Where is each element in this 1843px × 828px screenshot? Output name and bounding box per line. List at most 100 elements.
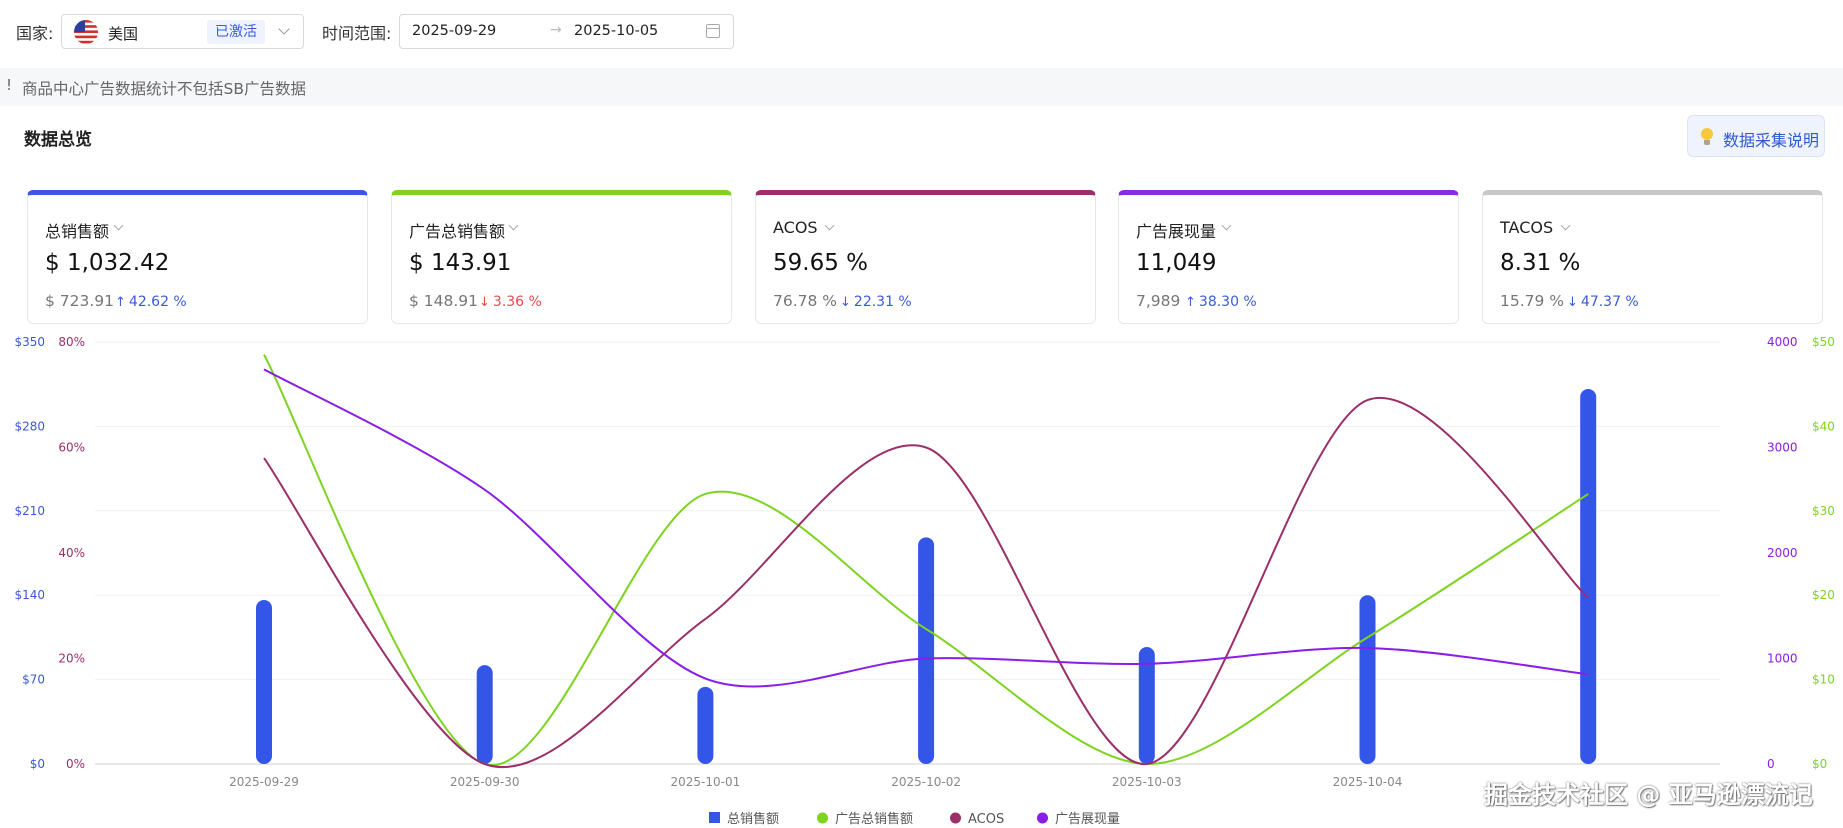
date-range-picker[interactable]: 2025-09-29 → 2025-10-05 — [399, 14, 734, 49]
chevron-down-icon[interactable] — [1221, 220, 1232, 231]
kpi-card-acos[interactable]: ACOS 59.65 % 76.78 % ↓ 22.31 % — [755, 190, 1096, 324]
lightbulb-icon — [1700, 128, 1714, 146]
bar-total-sales — [1580, 389, 1597, 764]
end-date[interactable]: 2025-10-05 — [574, 23, 658, 39]
watermark: 掘金技术社区 @ 亚马逊漂流记 — [1484, 781, 1813, 809]
x-tick-label: 2025-10-04 — [1333, 775, 1403, 789]
country-value: 美国 — [108, 25, 139, 43]
kpi-change-value: 42.62 % — [128, 294, 187, 310]
x-tick-label: 2025-10-03 — [1112, 775, 1182, 789]
data-collection-help-button[interactable]: 数据采集说明 — [1687, 115, 1825, 157]
axis-tick-label-impressions: 4000 — [1767, 335, 1798, 349]
bar-total-sales — [1359, 595, 1376, 764]
kpi-change: ↑ 38.30 % — [1185, 294, 1257, 310]
kpi-title: ACOS — [773, 218, 818, 237]
status-badge: 已激活 — [207, 20, 265, 44]
bar-total-sales — [697, 686, 714, 764]
axis-tick-label-acos: 0% — [66, 757, 85, 771]
kpi-previous-value: $ 148.91 — [409, 292, 479, 310]
kpi-change-value: 38.30 % — [1198, 294, 1257, 310]
kpi-previous-value: 7,989 — [1136, 292, 1181, 310]
kpi-change-value: 3.36 % — [492, 294, 542, 310]
kpi-previous-value: 15.79 % — [1500, 292, 1565, 310]
legend-marker — [950, 812, 961, 824]
axis-tick-label-ad_sales: $50 — [1812, 335, 1835, 349]
country-label: 国家: — [16, 24, 54, 43]
axis-tick-label-impressions: 3000 — [1767, 441, 1798, 455]
time-range-label: 时间范围: — [322, 24, 392, 43]
axis-tick-label-impressions: 0 — [1767, 757, 1775, 771]
axis-tick-label-acos: 60% — [58, 441, 85, 455]
bar-total-sales — [256, 600, 272, 764]
arrow-down-icon: ↓ — [479, 295, 490, 310]
axis-tick-label-ad_sales: $20 — [1812, 588, 1835, 602]
kpi-card-total-sales[interactable]: 总销售额 $ 1,032.42 $ 723.91 ↑ 42.62 % — [27, 190, 368, 324]
kpi-change: ↑ 42.62 % — [115, 294, 187, 310]
axis-tick-label-ad_sales: $30 — [1812, 504, 1835, 518]
axis-tick-label-sales: $140 — [14, 588, 45, 602]
page-title: 数据总览 — [24, 130, 92, 150]
axis-tick-label-acos: 80% — [58, 335, 85, 349]
filter-bar: 国家: 美国 已激活 时间范围: 2025-09-29 → 2025-10-05 — [0, 0, 1843, 62]
kpi-card-impressions[interactable]: 广告展现量 11,049 7,989 ↑ 38.30 % — [1118, 190, 1459, 324]
kpi-change-value: 22.31 % — [853, 294, 912, 310]
legend-label: 广告展现量 — [1055, 812, 1120, 827]
kpi-value: $ 143.91 — [409, 250, 512, 276]
exclamation-icon: ! — [6, 76, 13, 94]
axis-tick-label-sales: $70 — [22, 673, 45, 687]
axis-tick-label-sales: $210 — [14, 504, 45, 518]
calendar-icon[interactable] — [706, 24, 720, 38]
arrow-down-icon: ↓ — [1567, 295, 1578, 310]
combo-chart: $0 $70 $140 $210 $280 $350 0% 20% 40% 60% 80% 0 1000… — [14, 335, 1835, 827]
kpi-value: 11,049 — [1136, 250, 1217, 276]
chevron-down-icon[interactable] — [113, 220, 124, 231]
kpi-previous-value: 76.78 % — [773, 292, 838, 310]
notice-bar: ! 商品中心广告数据统计不包括SB广告数据 — [0, 68, 1843, 106]
x-tick-label: 2025-10-01 — [671, 775, 741, 789]
legend-label: ACOS — [968, 812, 1004, 827]
kpi-change: ↓ 3.36 % — [479, 294, 542, 310]
country-select[interactable]: 美国 已激活 — [61, 14, 304, 49]
axis-tick-label-acos: 40% — [58, 546, 85, 560]
axis-tick-label-ad_sales: $0 — [1812, 757, 1827, 771]
kpi-change: ↓ 22.31 % — [840, 294, 912, 310]
kpi-change: ↓ 47.37 % — [1567, 294, 1639, 310]
legend-marker — [709, 812, 720, 823]
kpi-change-value: 47.37 % — [1580, 294, 1639, 310]
kpi-title: 广告总销售额 — [409, 222, 506, 241]
kpi-value: 8.31 % — [1500, 250, 1581, 276]
chevron-down-icon[interactable] — [508, 220, 519, 231]
chevron-down-icon[interactable] — [824, 220, 835, 231]
x-tick-label: 2025-09-30 — [450, 775, 520, 789]
bar-total-sales — [476, 665, 493, 764]
axis-tick-label-sales: $350 — [14, 335, 45, 349]
chevron-down-icon — [278, 23, 290, 35]
kpi-title: 总销售额 — [45, 222, 110, 241]
arrow-up-icon: ↑ — [1185, 295, 1196, 310]
axis-tick-label-sales: $280 — [14, 419, 45, 433]
axis-tick-label-sales: $0 — [30, 757, 45, 771]
kpi-title: 广告展现量 — [1136, 222, 1217, 241]
start-date[interactable]: 2025-09-29 — [412, 23, 496, 39]
axis-tick-label-impressions: 2000 — [1767, 546, 1798, 560]
arrow-down-icon: ↓ — [840, 295, 851, 310]
kpi-card-tacos[interactable]: TACOS 8.31 % 15.79 % ↓ 47.37 % — [1482, 190, 1823, 324]
kpi-value: $ 1,032.42 — [45, 250, 170, 276]
axis-tick-label-ad_sales: $10 — [1812, 673, 1835, 687]
x-tick-label: 2025-10-02 — [891, 775, 961, 789]
arrow-up-icon: ↑ — [115, 295, 126, 310]
kpi-value: 59.65 % — [773, 250, 869, 276]
legend-label: 总销售额 — [727, 811, 779, 827]
axis-tick-label-acos: 20% — [58, 652, 85, 666]
help-button-label: 数据采集说明 — [1723, 131, 1820, 150]
legend-marker — [817, 812, 828, 824]
notice-text: 商品中心广告数据统计不包括SB广告数据 — [22, 80, 306, 98]
us-flag-icon — [74, 20, 98, 44]
arrow-right-icon: → — [550, 22, 562, 38]
chevron-down-icon[interactable] — [1560, 220, 1571, 231]
axis-tick-label-impressions: 1000 — [1767, 652, 1798, 666]
kpi-card-ad-sales[interactable]: 广告总销售额 $ 143.91 $ 148.91 ↓ 3.36 % — [391, 190, 732, 324]
axis-tick-label-ad_sales: $40 — [1812, 419, 1835, 433]
x-tick-label: 2025-09-29 — [229, 775, 299, 789]
kpi-previous-value: $ 723.91 — [45, 292, 115, 310]
